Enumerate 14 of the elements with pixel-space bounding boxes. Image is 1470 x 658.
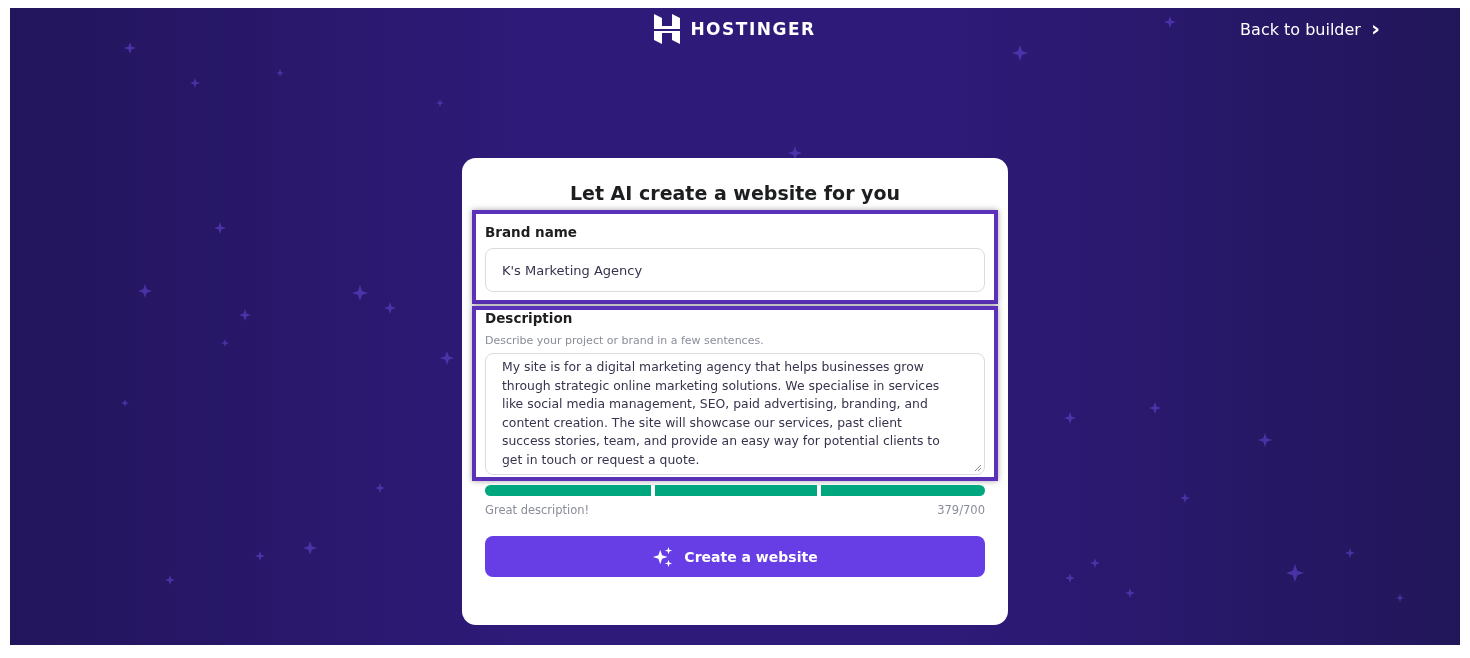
create-website-button[interactable]: Create a website bbox=[485, 536, 985, 577]
form-title: Let AI create a website for you bbox=[568, 182, 902, 204]
field-hint: Describe your project or brand in a few sentences. bbox=[485, 334, 765, 347]
resize-handle-icon[interactable] bbox=[974, 464, 982, 472]
logo-icon bbox=[654, 14, 681, 44]
field-label: Description bbox=[485, 310, 574, 326]
logo-text: HOSTINGER bbox=[690, 19, 816, 39]
strength-feedback: Great description! bbox=[485, 503, 590, 517]
sparkles-icon bbox=[652, 545, 675, 568]
character-count: 379/700 bbox=[937, 503, 985, 517]
field-label: Brand name bbox=[485, 224, 578, 240]
back-to-builder-link[interactable]: Back to builder › bbox=[1240, 19, 1380, 39]
description-field[interactable]: My site is for a digital marketing agency that helps businesses grow through strategic online marketing solutions. We specialise in services like social media management, SEO, paid advertising, branding, and content creation. The site will showcase our services, past client success stories, team, and provide an easy way for potential clients to get in touch or request a quote. bbox=[485, 353, 985, 475]
brand-name-field[interactable]: K's Marketing Agency bbox=[485, 248, 985, 292]
